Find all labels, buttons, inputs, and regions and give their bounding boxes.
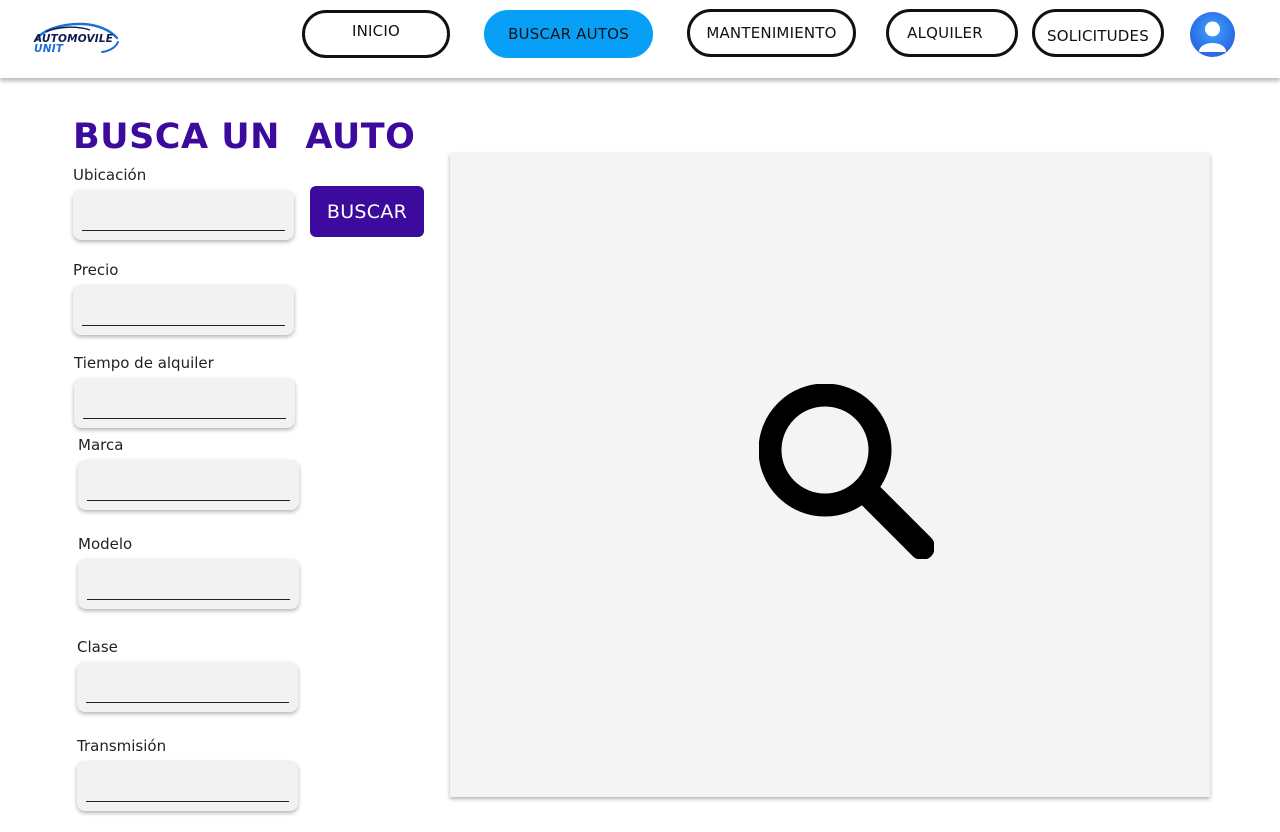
marca-field bbox=[78, 460, 299, 510]
clase-field bbox=[77, 662, 298, 712]
field-label-modelo: Modelo bbox=[78, 535, 133, 553]
nav-solicitudes-button[interactable]: SOLICITUDES bbox=[1032, 9, 1164, 57]
nav-inicio-button[interactable]: INICIO bbox=[302, 10, 450, 58]
field-label-marca: Marca bbox=[78, 436, 124, 454]
tiempo-alquiler-input[interactable] bbox=[83, 392, 286, 419]
field-label-clase: Clase bbox=[77, 638, 118, 656]
nav-buscar-autos-button[interactable]: BUSCAR AUTOS bbox=[484, 10, 653, 58]
buscar-button[interactable]: BUSCAR bbox=[310, 186, 424, 237]
field-label-tiempo-alquiler: Tiempo de alquiler bbox=[74, 354, 214, 372]
ubicacion-field bbox=[73, 190, 294, 240]
page-title: BUSCA UN AUTO bbox=[73, 117, 416, 157]
nav-solicitudes-label: SOLICITUDES bbox=[1047, 27, 1149, 45]
field-label-precio: Precio bbox=[73, 261, 119, 279]
nav-mantenimiento-label: MANTENIMIENTO bbox=[706, 24, 837, 42]
ubicacion-input[interactable] bbox=[82, 204, 285, 231]
precio-input[interactable] bbox=[82, 299, 285, 326]
field-label-ubicacion: Ubicación bbox=[73, 166, 147, 184]
transmision-field bbox=[77, 761, 298, 811]
nav-mantenimiento-button[interactable]: MANTENIMIENTO bbox=[687, 9, 856, 57]
logo-line-2: UNIT bbox=[34, 43, 64, 55]
transmision-input[interactable] bbox=[86, 775, 289, 802]
user-avatar-icon[interactable] bbox=[1190, 12, 1235, 57]
logo-text: AUTOMOVILE UNIT bbox=[34, 34, 113, 55]
marca-input[interactable] bbox=[87, 474, 290, 501]
results-panel bbox=[450, 153, 1210, 797]
nav-alquiler-label: ALQUILER bbox=[907, 24, 983, 42]
precio-field bbox=[73, 285, 294, 335]
search-icon bbox=[759, 384, 934, 559]
tiempo-alquiler-field bbox=[74, 378, 295, 428]
clase-input[interactable] bbox=[86, 676, 289, 703]
nav-inicio-label: INICIO bbox=[352, 22, 400, 40]
top-navigation-bar: AUTOMOVILE UNIT INICIO BUSCAR AUTOS MANT… bbox=[0, 0, 1280, 78]
person-icon bbox=[1199, 21, 1226, 52]
nav-alquiler-button[interactable]: ALQUILER bbox=[886, 9, 1018, 57]
automovile-unit-logo[interactable]: AUTOMOVILE UNIT bbox=[32, 18, 120, 58]
field-label-transmision: Transmisión bbox=[77, 737, 167, 755]
modelo-field bbox=[78, 559, 299, 609]
modelo-input[interactable] bbox=[87, 573, 290, 600]
nav-buscar-autos-label: BUSCAR AUTOS bbox=[508, 25, 629, 43]
